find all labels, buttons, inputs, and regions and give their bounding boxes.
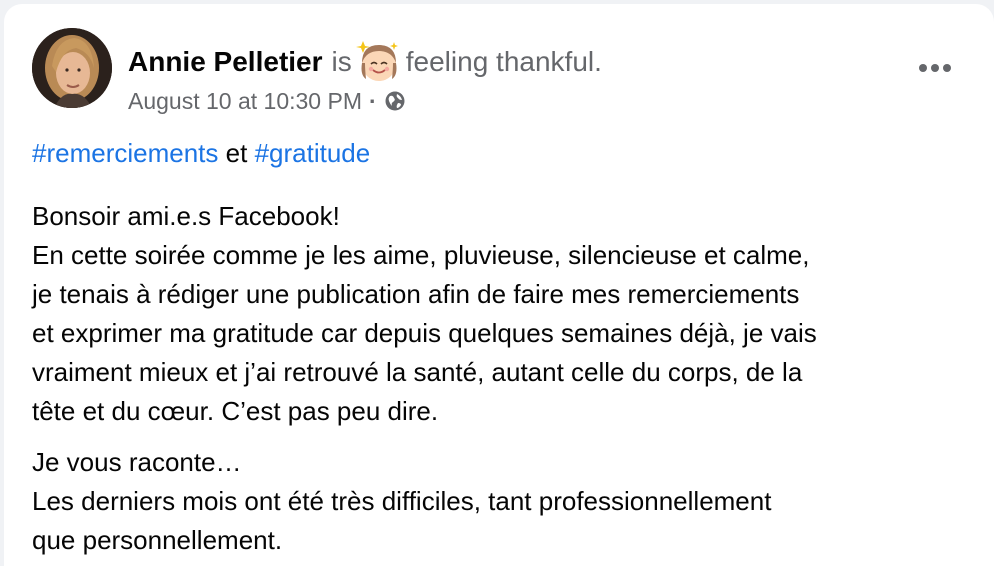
text-line: Bonsoir ami.e.s Facebook!	[32, 201, 340, 231]
post-timestamp[interactable]: August 10 at 10:30 PM	[128, 88, 362, 115]
post-paragraph: Je vous raconte… Les derniers mois ont é…	[32, 443, 972, 560]
profile-photo-icon	[32, 28, 112, 108]
text-line: que personnellement.	[32, 525, 283, 555]
text-line: je tenais à rédiger une publication afin…	[32, 279, 800, 309]
more-options-button[interactable]	[910, 50, 960, 86]
author-name[interactable]: Annie Pelletier	[128, 46, 323, 78]
post-paragraph: Bonsoir ami.e.s Facebook! En cette soiré…	[32, 197, 972, 431]
globe-icon[interactable]	[384, 90, 406, 112]
smiling-face-with-halo-emoji-icon	[355, 39, 402, 85]
hashtag-gratitude[interactable]: #gratitude	[255, 138, 371, 168]
more-options-icon	[919, 64, 951, 72]
text-line: vraiment mieux et j’ai retrouvé la santé…	[32, 357, 803, 387]
author-avatar[interactable]	[32, 28, 112, 108]
hashtag-remerciements[interactable]: #remerciements	[32, 138, 218, 168]
post-meta: August 10 at 10:30 PM ·	[128, 86, 406, 116]
hashtag-connector: et	[225, 138, 248, 168]
post-body: #remerciements et #gratitude Bonsoir ami…	[32, 134, 972, 566]
text-line: et exprimer ma gratitude car depuis quel…	[32, 318, 817, 348]
feeling-text[interactable]: feeling thankful.	[406, 46, 602, 78]
text-line: En cette soirée comme je les aime, pluvi…	[32, 240, 810, 270]
feeling-prefix: is	[331, 46, 352, 77]
text-line: Je vous raconte…	[32, 447, 242, 477]
text-line: tête et du cœur. C’est pas peu dire.	[32, 396, 439, 426]
post-header: Annie Pelletier is feeling thankful.	[128, 39, 602, 85]
text-line: Les derniers mois ont été très difficile…	[32, 486, 772, 516]
meta-separator: ·	[369, 87, 377, 114]
hashtag-line: #remerciements et #gratitude	[32, 134, 972, 173]
post-card: Annie Pelletier is feeling thankful. Aug…	[4, 4, 994, 566]
